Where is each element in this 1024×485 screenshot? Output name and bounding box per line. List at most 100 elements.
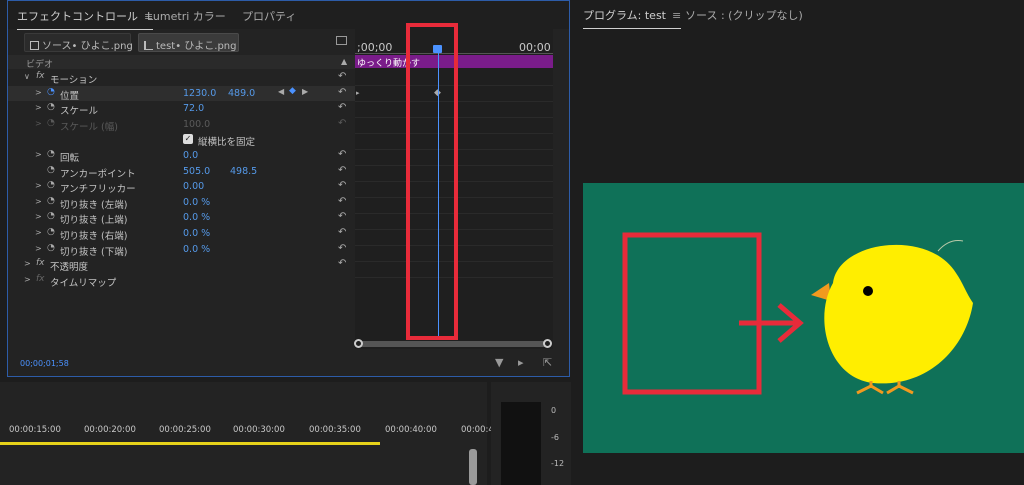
row-motion[interactable]: ∨ fx モーション ↶ — [8, 70, 355, 86]
effect-controls-tab-bar: エフェクトコントロール ≡ Lumetri カラー プロパティ — [8, 1, 569, 30]
chick-icon — [811, 240, 973, 395]
row-label: 切り抜き (下端) — [60, 246, 128, 258]
row-crop-bottom[interactable]: > ◔ 切り抜き (下端) 0.0 % ↶ — [8, 242, 355, 258]
reset-icon[interactable]: ↶ — [338, 258, 346, 269]
tab-lumetri-color[interactable]: Lumetri カラー — [147, 8, 226, 24]
row-label: アンチフリッカー — [60, 184, 136, 196]
next-keyframe-icon[interactable]: ▶ — [302, 87, 308, 96]
reset-icon[interactable]: ↶ — [338, 149, 346, 160]
stopwatch-icon[interactable]: ◔ — [47, 211, 55, 221]
row-opacity[interactable]: > fx 不透明度 ↶ — [8, 257, 355, 273]
stopwatch-icon[interactable]: ◔ — [47, 102, 55, 112]
sequence-timeline-panel[interactable]: 00:00:15:00 00:00:20:00 00:00:25:00 00:0… — [0, 382, 513, 485]
position-y-value[interactable]: 489.0 — [228, 88, 255, 99]
reset-icon[interactable]: ↶ — [338, 211, 346, 222]
prev-keyframe-icon[interactable]: ◀ — [278, 87, 284, 96]
export-icon[interactable]: ⇱ — [543, 356, 552, 369]
reset-icon[interactable]: ↶ — [338, 243, 346, 254]
row-anchor-point[interactable]: ◔ アンカーポイント 505.0 498.5 ↶ — [8, 164, 355, 180]
row-position[interactable]: > ◔ 位置 1230.0 489.0 ◀ ◆ ▶ ↶ — [8, 85, 355, 102]
twirl-right-icon[interactable]: > — [35, 212, 42, 221]
position-x-value[interactable]: 1230.0 — [183, 88, 216, 99]
chick-body — [824, 244, 973, 384]
work-area-bar[interactable] — [0, 442, 380, 445]
filter-icon[interactable]: ▼ — [495, 356, 503, 369]
scale-value[interactable]: 72.0 — [183, 103, 204, 114]
tab-program[interactable]: プログラム: test ≡ — [583, 7, 682, 29]
twirl-right-icon[interactable]: > — [35, 88, 42, 97]
reset-icon[interactable]: ↶ — [338, 196, 346, 207]
row-rotation[interactable]: > ◔ 回転 0.0 ↶ — [8, 148, 355, 164]
reset-icon[interactable]: ↶ — [338, 180, 346, 191]
crop-right-value[interactable]: 0.0 % — [183, 228, 210, 239]
crop-bottom-value[interactable]: 0.0 % — [183, 244, 210, 255]
stopwatch-icon[interactable]: ◔ — [47, 227, 55, 237]
row-time-remap[interactable]: > fx タイムリマップ — [8, 273, 355, 289]
row-anti-flicker[interactable]: > ◔ アンチフリッカー 0.00 ↶ — [8, 179, 355, 195]
row-scale[interactable]: > ◔ スケール 72.0 ↶ — [8, 101, 355, 117]
fx-icon[interactable]: fx — [36, 258, 45, 268]
reset-icon: ↶ — [338, 117, 347, 129]
timeline-zoom-scrollbar[interactable] — [354, 339, 552, 348]
video-section-label: ビデオ — [26, 60, 54, 70]
reset-icon[interactable]: ↶ — [338, 165, 346, 176]
toggle-timeline-view-icon[interactable] — [336, 36, 347, 45]
anchor-x-value[interactable]: 505.0 — [183, 166, 210, 177]
sequence-clip-button[interactable]: test• ひよこ.png — [138, 33, 239, 52]
row-label: 縦横比を固定 — [198, 137, 256, 149]
sequence-clip-icon — [144, 41, 153, 50]
twirl-right-icon[interactable]: > — [35, 244, 42, 253]
db-label: 0 — [551, 406, 557, 415]
twirl-right-icon[interactable]: > — [35, 103, 42, 112]
reset-icon[interactable]: ↶ — [338, 71, 346, 82]
anti-flicker-value[interactable]: 0.00 — [183, 181, 204, 192]
row-label: 切り抜き (左端) — [60, 199, 128, 211]
fx-icon[interactable]: fx — [36, 71, 45, 81]
annotation-highlight-box — [406, 23, 458, 340]
scroll-left-handle[interactable] — [354, 339, 363, 348]
twirl-right-icon[interactable]: > — [35, 228, 42, 237]
reset-icon[interactable]: ↶ — [338, 227, 346, 238]
anchor-y-value[interactable]: 498.5 — [230, 166, 257, 177]
stopwatch-icon[interactable]: ◔ — [47, 165, 55, 175]
stopwatch-icon[interactable]: ◔ — [47, 180, 55, 190]
stopwatch-icon[interactable]: ◔ — [47, 243, 55, 253]
twirl-right-icon[interactable]: > — [35, 197, 42, 206]
tab-effect-controls[interactable]: エフェクトコントロール ≡ — [17, 8, 154, 30]
vertical-scrollbar[interactable] — [469, 449, 477, 485]
rotation-value[interactable]: 0.0 — [183, 150, 198, 161]
scale-width-value: 100.0 — [183, 118, 211, 130]
program-monitor-frame[interactable] — [583, 183, 1024, 453]
twirl-right-icon[interactable]: > — [24, 275, 31, 284]
crop-top-value[interactable]: 0.0 % — [183, 212, 210, 223]
row-crop-right[interactable]: > ◔ 切り抜き (右端) 0.0 % ↶ — [8, 226, 355, 242]
twirl-down-icon[interactable]: ∨ — [24, 72, 30, 81]
twirl-right-icon[interactable]: > — [24, 259, 31, 268]
collapse-up-icon[interactable]: ▲ — [341, 57, 347, 66]
reset-icon[interactable]: ↶ — [338, 102, 346, 113]
stopwatch-icon[interactable]: ◔ — [47, 149, 55, 159]
twirl-right-icon[interactable]: > — [35, 181, 42, 190]
tab-source[interactable]: ソース : (クリップなし) — [685, 7, 803, 23]
add-keyframe-icon[interactable]: ◆ — [289, 86, 296, 96]
stopwatch-icon[interactable]: ◔ — [47, 87, 55, 97]
source-clip-button[interactable]: ソース• ひよこ.png — [24, 33, 133, 52]
scroll-right-handle[interactable] — [543, 339, 552, 348]
row-crop-left[interactable]: > ◔ 切り抜き (左端) 0.0 % ↶ — [8, 195, 355, 211]
panel-menu-icon[interactable]: ≡ — [672, 9, 681, 22]
time-ruler-tick: 00:00:20:00 — [84, 425, 136, 435]
play-only-audio-icon[interactable]: ▸ — [518, 356, 524, 369]
uniform-scale-checkbox[interactable]: ✓ — [183, 134, 193, 145]
row-uniform-scale[interactable]: ✓ 縦横比を固定 — [8, 132, 355, 148]
crop-left-value[interactable]: 0.0 % — [183, 197, 210, 208]
stopwatch-icon[interactable]: ◔ — [47, 196, 55, 206]
row-label: タイムリマップ — [50, 277, 117, 289]
row-label: スケール (幅) — [60, 121, 118, 133]
reset-icon[interactable]: ↶ — [338, 87, 346, 98]
fx-icon[interactable]: fx — [36, 274, 45, 284]
twirl-right-icon[interactable]: > — [35, 150, 42, 159]
source-clip-label: ソース• ひよこ.png — [42, 41, 133, 52]
row-crop-top[interactable]: > ◔ 切り抜き (上端) 0.0 % ↶ — [8, 210, 355, 226]
current-time-display[interactable]: 00;00;01;58 — [20, 359, 69, 368]
tab-properties[interactable]: プロパティ — [242, 8, 296, 24]
